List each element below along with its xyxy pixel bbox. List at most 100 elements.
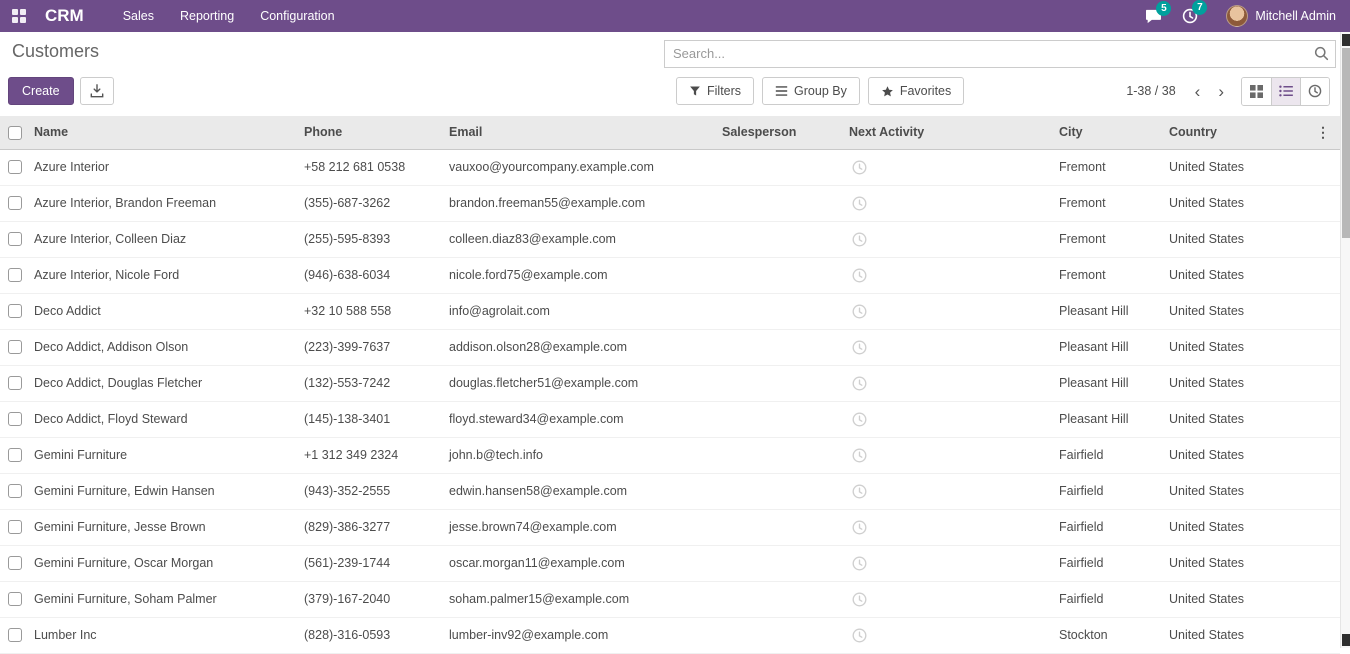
activities-button[interactable]: 7 bbox=[1172, 4, 1208, 28]
cell-name[interactable]: Deco Addict, Addison Olson bbox=[30, 329, 300, 365]
row-checkbox[interactable] bbox=[8, 196, 22, 210]
cell-next-activity[interactable] bbox=[845, 221, 1055, 257]
cell-next-activity[interactable] bbox=[845, 437, 1055, 473]
cell-city[interactable]: Pleasant Hill bbox=[1055, 329, 1165, 365]
cell-country[interactable]: United States bbox=[1165, 329, 1270, 365]
next-activity-clock-icon[interactable] bbox=[852, 304, 1051, 319]
cell-salesperson[interactable] bbox=[718, 257, 845, 293]
cell-name[interactable]: Azure Interior bbox=[30, 149, 300, 185]
row-checkbox[interactable] bbox=[8, 484, 22, 498]
table-row[interactable]: Azure Interior, Brandon Freeman (355)-68… bbox=[0, 185, 1340, 221]
cell-next-activity[interactable] bbox=[845, 473, 1055, 509]
cell-city[interactable]: Fairfield bbox=[1055, 473, 1165, 509]
cell-city[interactable]: Fremont bbox=[1055, 185, 1165, 221]
next-activity-clock-icon[interactable] bbox=[852, 232, 1051, 247]
row-checkbox[interactable] bbox=[8, 376, 22, 390]
filters-button[interactable]: Filters bbox=[676, 77, 754, 105]
cell-phone[interactable]: (561)-239-1744 bbox=[300, 545, 445, 581]
row-checkbox[interactable] bbox=[8, 556, 22, 570]
row-checkbox[interactable] bbox=[8, 592, 22, 606]
table-row[interactable]: Gemini Furniture +1 312 349 2324 john.b@… bbox=[0, 437, 1340, 473]
select-all-checkbox[interactable] bbox=[8, 126, 22, 140]
next-activity-clock-icon[interactable] bbox=[852, 628, 1051, 643]
cell-phone[interactable]: +32 10 588 558 bbox=[300, 293, 445, 329]
cell-salesperson[interactable] bbox=[718, 293, 845, 329]
column-header-email[interactable]: Email bbox=[445, 116, 718, 149]
cell-country[interactable]: United States bbox=[1165, 221, 1270, 257]
cell-country[interactable]: United States bbox=[1165, 401, 1270, 437]
cell-country[interactable]: United States bbox=[1165, 509, 1270, 545]
cell-phone[interactable]: (943)-352-2555 bbox=[300, 473, 445, 509]
cell-email[interactable]: soham.palmer15@example.com bbox=[445, 581, 718, 617]
kanban-view-button[interactable] bbox=[1242, 78, 1271, 105]
table-row[interactable]: Azure Interior +58 212 681 0538 vauxoo@y… bbox=[0, 149, 1340, 185]
cell-country[interactable]: United States bbox=[1165, 581, 1270, 617]
pager-previous-button[interactable]: ‹ bbox=[1186, 83, 1210, 100]
messages-button[interactable]: 5 bbox=[1135, 5, 1172, 28]
cell-salesperson[interactable] bbox=[718, 437, 845, 473]
cell-next-activity[interactable] bbox=[845, 545, 1055, 581]
table-row[interactable]: Gemini Furniture, Soham Palmer (379)-167… bbox=[0, 581, 1340, 617]
column-header-phone[interactable]: Phone bbox=[300, 116, 445, 149]
cell-next-activity[interactable] bbox=[845, 293, 1055, 329]
cell-next-activity[interactable] bbox=[845, 401, 1055, 437]
table-row[interactable]: Deco Addict, Addison Olson (223)-399-763… bbox=[0, 329, 1340, 365]
cell-phone[interactable]: (379)-167-2040 bbox=[300, 581, 445, 617]
cell-name[interactable]: Gemini Furniture, Soham Palmer bbox=[30, 581, 300, 617]
cell-phone[interactable]: (355)-687-3262 bbox=[300, 185, 445, 221]
cell-name[interactable]: Azure Interior, Colleen Diaz bbox=[30, 221, 300, 257]
cell-city[interactable]: Fairfield bbox=[1055, 545, 1165, 581]
menu-sales[interactable]: Sales bbox=[110, 0, 167, 32]
column-header-salesperson[interactable]: Salesperson bbox=[718, 116, 845, 149]
search-icon[interactable] bbox=[1314, 46, 1329, 61]
next-activity-clock-icon[interactable] bbox=[852, 448, 1051, 463]
cell-name[interactable]: Deco Addict, Floyd Steward bbox=[30, 401, 300, 437]
table-row[interactable]: Deco Addict, Douglas Fletcher (132)-553-… bbox=[0, 365, 1340, 401]
activity-view-button[interactable] bbox=[1300, 78, 1329, 105]
cell-city[interactable]: Pleasant Hill bbox=[1055, 365, 1165, 401]
cell-country[interactable]: United States bbox=[1165, 149, 1270, 185]
table-row[interactable]: Gemini Furniture, Oscar Morgan (561)-239… bbox=[0, 545, 1340, 581]
cell-city[interactable]: Fairfield bbox=[1055, 509, 1165, 545]
cell-name[interactable]: Azure Interior, Brandon Freeman bbox=[30, 185, 300, 221]
create-button[interactable]: Create bbox=[8, 77, 74, 105]
table-row[interactable]: Azure Interior, Colleen Diaz (255)-595-8… bbox=[0, 221, 1340, 257]
row-checkbox[interactable] bbox=[8, 160, 22, 174]
cell-email[interactable]: john.b@tech.info bbox=[445, 437, 718, 473]
scroll-down-arrow-icon[interactable] bbox=[1342, 634, 1350, 646]
optional-columns-toggle-icon[interactable]: ⋮ bbox=[1270, 116, 1340, 149]
cell-phone[interactable]: (829)-386-3277 bbox=[300, 509, 445, 545]
row-checkbox[interactable] bbox=[8, 412, 22, 426]
next-activity-clock-icon[interactable] bbox=[852, 268, 1051, 283]
cell-email[interactable]: edwin.hansen58@example.com bbox=[445, 473, 718, 509]
cell-name[interactable]: Deco Addict bbox=[30, 293, 300, 329]
cell-next-activity[interactable] bbox=[845, 581, 1055, 617]
cell-country[interactable]: United States bbox=[1165, 545, 1270, 581]
cell-email[interactable]: douglas.fletcher51@example.com bbox=[445, 365, 718, 401]
cell-name[interactable]: Deco Addict, Douglas Fletcher bbox=[30, 365, 300, 401]
cell-country[interactable]: United States bbox=[1165, 185, 1270, 221]
cell-next-activity[interactable] bbox=[845, 149, 1055, 185]
cell-email[interactable]: addison.olson28@example.com bbox=[445, 329, 718, 365]
column-header-next-activity[interactable]: Next Activity bbox=[845, 116, 1055, 149]
cell-city[interactable]: Pleasant Hill bbox=[1055, 401, 1165, 437]
column-header-name[interactable]: Name bbox=[30, 116, 300, 149]
row-checkbox[interactable] bbox=[8, 628, 22, 642]
next-activity-clock-icon[interactable] bbox=[852, 484, 1051, 499]
list-view-button[interactable] bbox=[1271, 78, 1300, 105]
cell-name[interactable]: Azure Interior, Nicole Ford bbox=[30, 257, 300, 293]
cell-next-activity[interactable] bbox=[845, 365, 1055, 401]
cell-phone[interactable]: (223)-399-7637 bbox=[300, 329, 445, 365]
cell-next-activity[interactable] bbox=[845, 185, 1055, 221]
table-row[interactable]: Azure Interior, Nicole Ford (946)-638-60… bbox=[0, 257, 1340, 293]
cell-name[interactable]: Gemini Furniture, Oscar Morgan bbox=[30, 545, 300, 581]
cell-salesperson[interactable] bbox=[718, 473, 845, 509]
cell-salesperson[interactable] bbox=[718, 365, 845, 401]
pager-next-button[interactable]: › bbox=[1209, 83, 1233, 100]
export-button[interactable] bbox=[80, 77, 114, 105]
search-input[interactable] bbox=[664, 40, 1336, 68]
group-by-button[interactable]: Group By bbox=[762, 77, 860, 105]
menu-configuration[interactable]: Configuration bbox=[247, 0, 347, 32]
app-title[interactable]: CRM bbox=[45, 6, 84, 26]
cell-phone[interactable]: +58 212 681 0538 bbox=[300, 149, 445, 185]
